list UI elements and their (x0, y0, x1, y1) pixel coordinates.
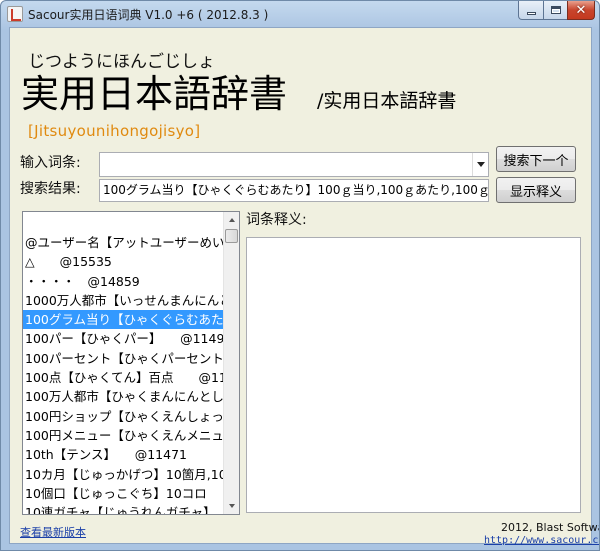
list-item[interactable]: 100パー【ひゃくパー】 @1149 (23, 329, 225, 348)
scroll-up-button[interactable] (224, 212, 239, 228)
input-label: 输入词条: (20, 155, 81, 171)
list-item[interactable]: 100グラム当り【ひゃくぐらむあたり (23, 310, 225, 330)
close-icon: ✕ (575, 2, 587, 18)
list-item[interactable]: 10個口【じゅっこぐち】10コロ (23, 484, 225, 503)
title-romaji: [Jitsuyounihongojisyo] (28, 122, 201, 140)
page-subtitle: /实用日本語辞書 (317, 90, 457, 112)
website-link[interactable]: http://www.sacour.cn (484, 535, 599, 546)
list-item[interactable]: 100パーセント【ひゃくパーセント】 (23, 349, 225, 368)
list-item[interactable]: 10連ガチャ【じゅうれんガチャ】 (23, 503, 225, 514)
minimize-button[interactable] (518, 1, 544, 20)
client-area: じつようにほんごじしょ 実用日本語辞書 /实用日本語辞書 [Jitsuyouni… (9, 27, 599, 546)
list-item[interactable]: ・・・・ @14859 (23, 272, 225, 291)
check-update-link[interactable]: 查看最新版本 (20, 524, 86, 540)
scroll-thumb[interactable] (225, 229, 238, 243)
definition-label: 词条释义: (246, 212, 307, 228)
list-item[interactable]: 100万人都市【ひゃくまんにんとし】 (23, 387, 225, 406)
maximize-icon (550, 6, 561, 14)
search-next-button[interactable]: 搜索下一个 (496, 146, 576, 172)
close-button[interactable]: ✕ (567, 1, 595, 20)
list-scrollbar[interactable] (223, 212, 239, 514)
list-item[interactable]: 100円メニュー【ひゃくえんメニュー (23, 426, 225, 445)
search-result-field[interactable]: 100グラム当り【ひゃくぐらむあたり】100ｇ当り,100ｇあたり,100ｇ (99, 179, 489, 202)
definition-textarea[interactable] (246, 237, 581, 513)
list-item[interactable]: △ @15535 (23, 252, 225, 271)
app-window: Sacour实用日语词典 V1.0 +6 ( 2012.8.3 ) ✕ じつよう… (0, 0, 600, 551)
list-item[interactable]: 100円ショップ【ひゃくえんしょっぷ (23, 407, 225, 426)
word-list[interactable]: @ユーザー名【アットユーザーめい △ @15535 ・・・・ @14859 1000万… (22, 211, 240, 515)
result-label: 搜索结果: (20, 181, 81, 197)
window-title: Sacour实用日语词典 V1.0 +6 ( 2012.8.3 ) (28, 8, 269, 22)
minimize-icon (526, 12, 536, 15)
arrow-down-icon (228, 504, 235, 508)
show-definition-button[interactable]: 显示释义 (496, 177, 576, 203)
list-item[interactable]: 100点【ひゃくてん】百点 @117 (23, 368, 225, 387)
dropdown-button[interactable] (472, 153, 488, 176)
arrow-up-icon (228, 218, 235, 222)
app-icon (7, 6, 23, 22)
title-bar[interactable]: Sacour实用日语词典 V1.0 +6 ( 2012.8.3 ) ✕ (1, 1, 599, 27)
word-list-items: @ユーザー名【アットユーザーめい △ @15535 ・・・・ @14859 1000万… (23, 233, 225, 514)
list-item[interactable]: 10th【テンス】 @11471 (23, 445, 225, 464)
search-combobox[interactable] (99, 152, 489, 177)
scroll-down-button[interactable] (224, 498, 239, 514)
copyright-text: 2012, Blast Software (501, 521, 599, 534)
page-title: 実用日本語辞書 (21, 72, 288, 116)
list-item[interactable]: 1000万人都市【いっせんまんにんと (23, 291, 225, 310)
title-furigana: じつようにほんごじしょ (28, 52, 215, 72)
list-item[interactable]: @ユーザー名【アットユーザーめい (23, 233, 225, 252)
list-item[interactable]: 10カ月【じゅっかげつ】10箇月,10 (23, 465, 225, 484)
maximize-button[interactable] (543, 1, 568, 20)
chevron-down-icon (476, 162, 485, 167)
